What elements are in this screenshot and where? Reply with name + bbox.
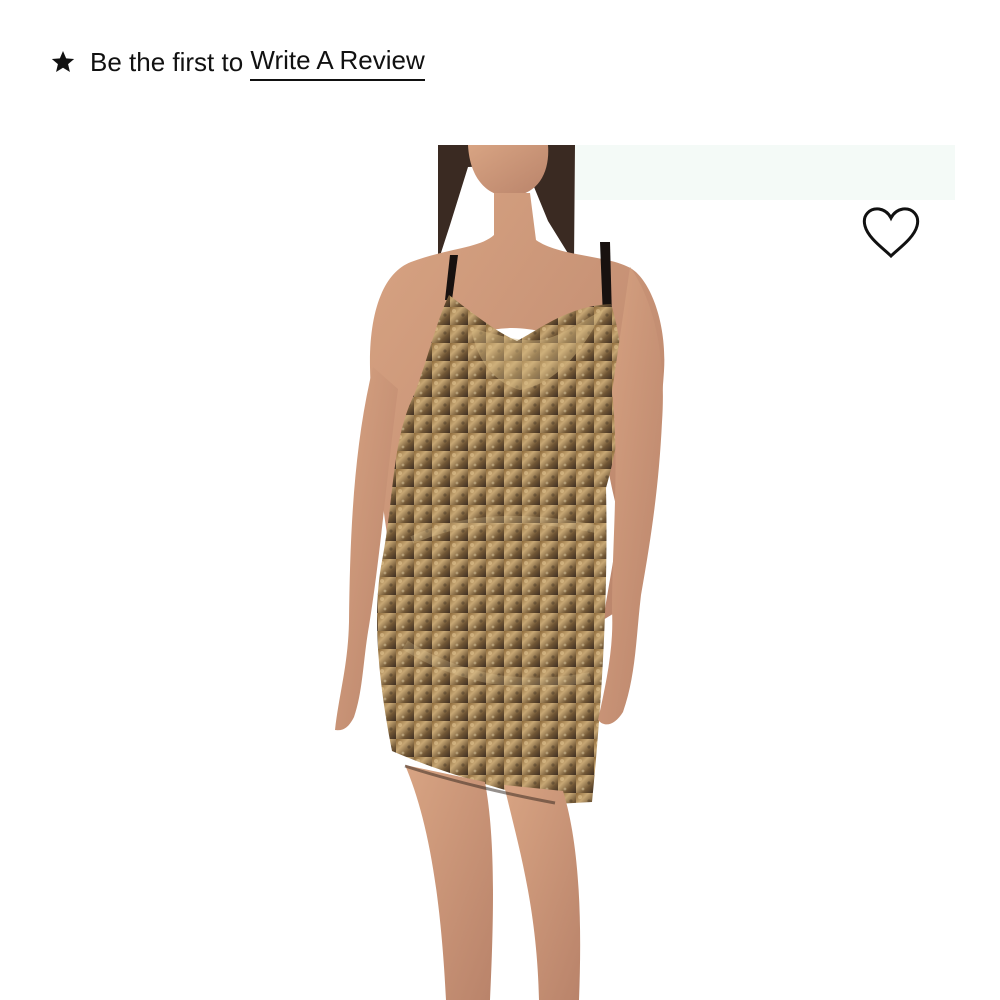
- star-icon: [51, 50, 75, 72]
- heart-outline-icon: [862, 207, 920, 259]
- wishlist-button[interactable]: [860, 205, 922, 263]
- review-prompt-text: Be the first to: [90, 46, 251, 77]
- product-image[interactable]: [0, 145, 1000, 1000]
- product-image-area: [0, 145, 1000, 1000]
- write-review-link[interactable]: Write A Review: [250, 42, 425, 81]
- product-page: Be the first to Write A Review: [0, 0, 1000, 1000]
- review-prompt: Be the first to Write A Review: [50, 42, 425, 81]
